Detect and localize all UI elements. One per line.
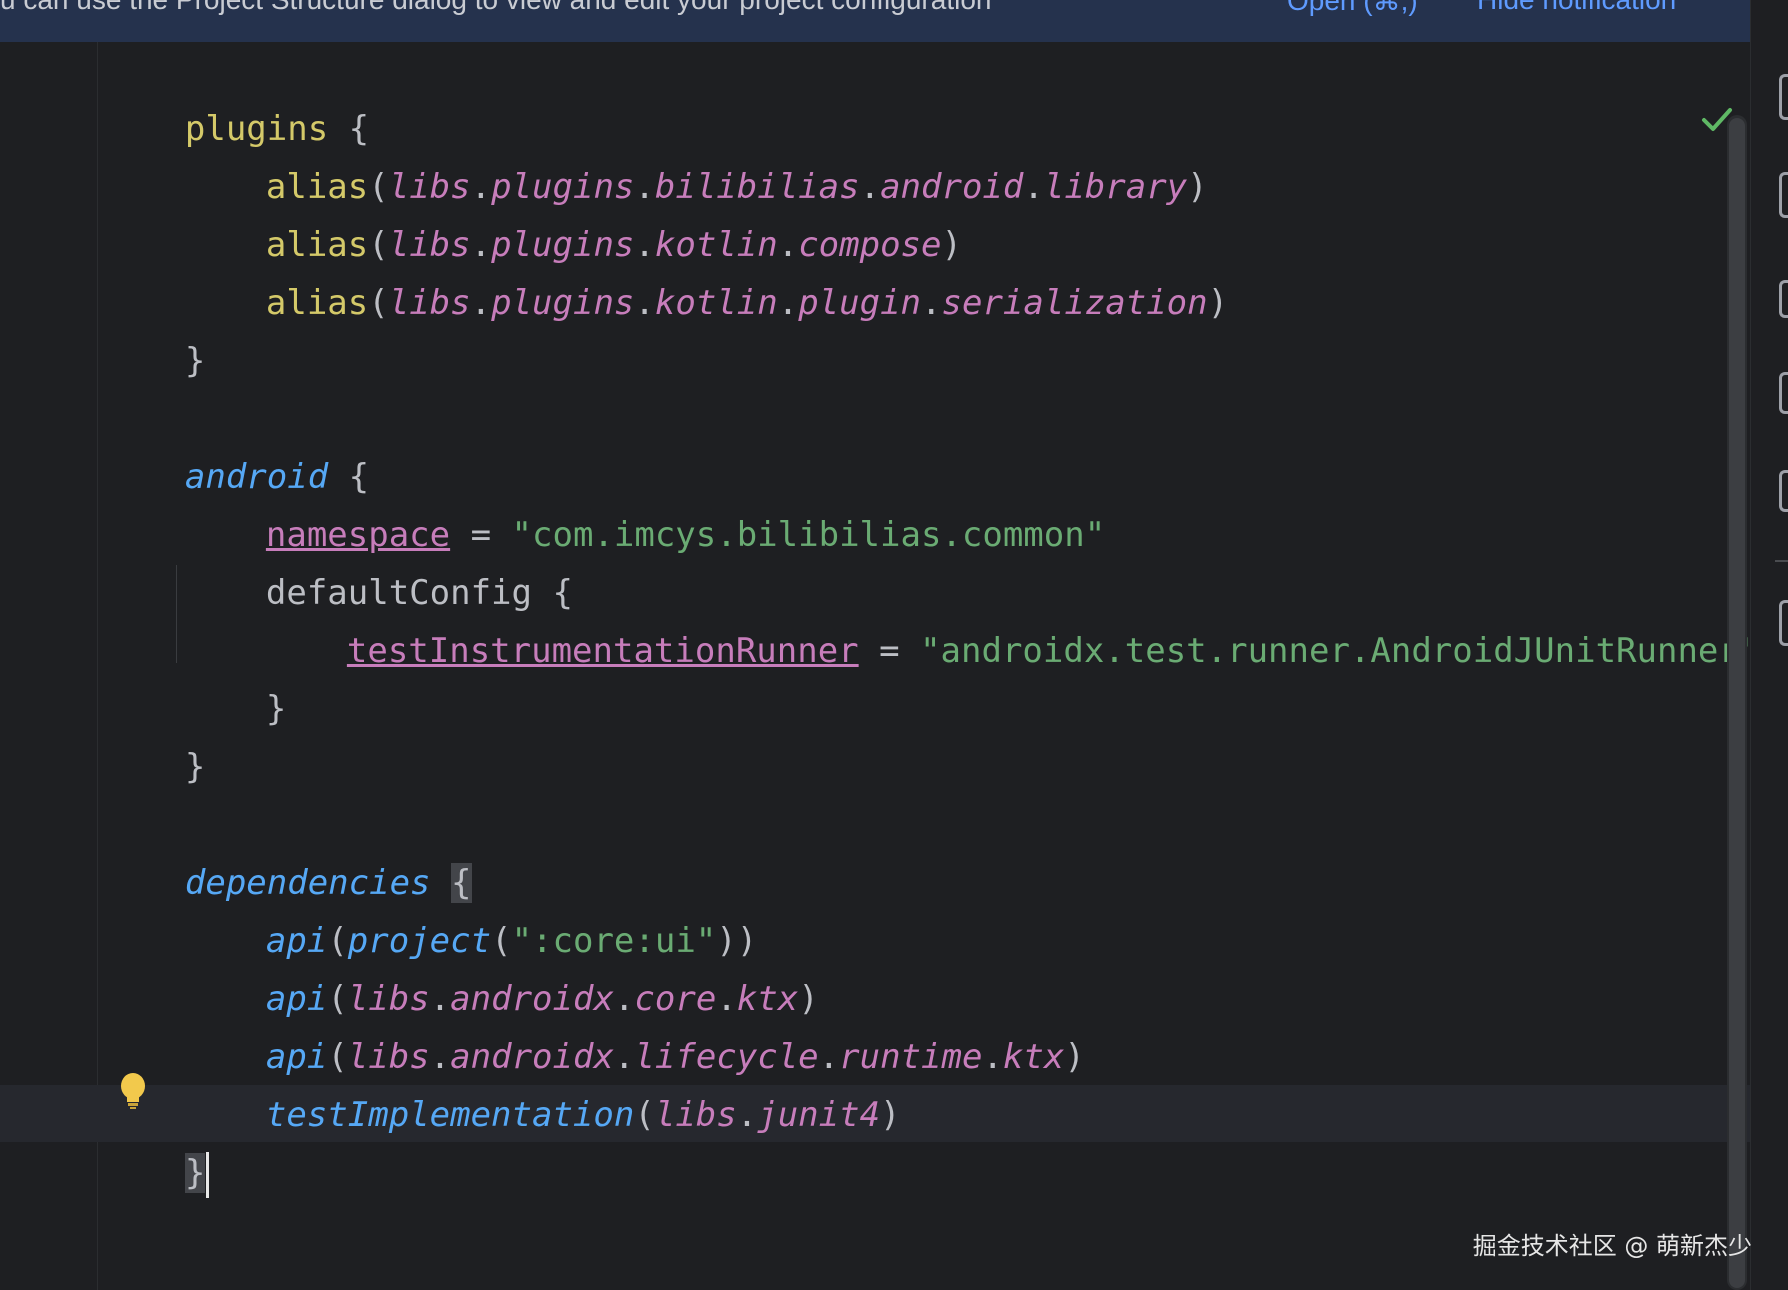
test-runner-property: testInstrumentationRunner xyxy=(346,631,859,671)
string-literal: "com.imcys.bilibilias.common" xyxy=(511,515,1106,555)
code-line[interactable]: } xyxy=(103,680,205,787)
code-editor[interactable]: plugins { alias(libs.plugins.bilibilias.… xyxy=(0,42,1759,1290)
indent-guide xyxy=(176,565,177,663)
dot: . xyxy=(921,283,942,323)
paren: ) xyxy=(1187,167,1208,207)
equals: = xyxy=(858,631,921,671)
dot: . xyxy=(1023,167,1044,207)
tool-window-icon[interactable] xyxy=(1779,280,1788,318)
dot: . xyxy=(982,1037,1003,1077)
tool-window-icon[interactable] xyxy=(1779,600,1788,646)
closing-brace: } xyxy=(184,341,206,381)
matched-brace: } xyxy=(184,1153,206,1193)
hide-notification-link[interactable]: Hide notification xyxy=(1477,0,1676,16)
watermark: 掘金技术社区 @ 萌新杰少 xyxy=(1472,1232,1752,1260)
dot: . xyxy=(634,283,655,323)
path-segment: libs xyxy=(388,283,471,323)
code-line[interactable]: alias(libs.plugins.bilibilias.android.li… xyxy=(184,100,1208,207)
dot: . xyxy=(777,283,799,323)
function-call: alias xyxy=(265,283,369,323)
code-line[interactable]: android { xyxy=(103,390,369,497)
code-line[interactable]: testImplementation(libs.junit4) xyxy=(184,1028,901,1135)
path-segment: libs xyxy=(654,1095,737,1135)
code-line[interactable]: api(project(":core:ui")) xyxy=(184,854,757,961)
path-segment: ktx xyxy=(1002,1037,1065,1077)
tool-window-icon[interactable] xyxy=(1779,172,1788,218)
closing-brace: } xyxy=(184,747,206,787)
path-segment: plugin xyxy=(798,283,922,323)
paren: ( xyxy=(634,1095,655,1135)
paren: ) xyxy=(880,1095,901,1135)
path-segment: kotlin xyxy=(654,283,778,323)
code-line[interactable]: dependencies { xyxy=(103,796,472,903)
code-line[interactable]: api(libs.androidx.core.ktx) xyxy=(184,912,819,1019)
code-line[interactable]: defaultConfig { xyxy=(184,506,573,613)
code-line[interactable]: namespace = "com.imcys.bilibilias.common… xyxy=(184,448,1105,555)
code-line[interactable]: api(libs.androidx.lifecycle.runtime.ktx) xyxy=(184,970,1085,1077)
code-line[interactable]: alias(libs.plugins.kotlin.compose) xyxy=(184,158,962,265)
code-line[interactable]: } xyxy=(184,622,286,729)
notification-message: u can use the Project Structure dialog t… xyxy=(0,0,991,16)
paren: ) xyxy=(1064,1037,1085,1077)
code-line[interactable]: testInstrumentationRunner = "androidx.te… xyxy=(265,564,1759,671)
open-project-structure-link[interactable]: Open (⌘;) xyxy=(1287,0,1418,17)
tool-window-icon[interactable] xyxy=(1779,74,1788,120)
path-segment: plugins xyxy=(491,283,635,323)
code-line[interactable]: } xyxy=(103,274,205,381)
paren: ) xyxy=(1207,283,1229,323)
dot: . xyxy=(470,283,492,323)
code-line[interactable]: alias(libs.plugins.kotlin.plugin.seriali… xyxy=(184,216,1228,323)
tool-window-icon[interactable] xyxy=(1779,372,1788,414)
closing-brace: } xyxy=(265,689,287,729)
paren: ( xyxy=(368,283,389,323)
tool-separator xyxy=(1775,560,1788,562)
path-segment: junit4 xyxy=(757,1095,881,1135)
scrollbar-thumb[interactable] xyxy=(1729,118,1745,1288)
path-segment: library xyxy=(1043,167,1188,207)
right-tool-strip xyxy=(1750,0,1788,1290)
notification-banner: u can use the Project Structure dialog t… xyxy=(0,0,1750,43)
code-line[interactable]: plugins { xyxy=(103,42,369,149)
lightbulb-icon[interactable] xyxy=(118,1072,148,1110)
function-call: testImplementation xyxy=(265,1095,635,1135)
path-segment: serialization xyxy=(941,283,1208,323)
string-literal: "androidx.test.runner.AndroidJUnitRunner… xyxy=(920,631,1760,671)
text-caret xyxy=(206,1151,210,1198)
dot: . xyxy=(736,1095,758,1135)
tool-window-icon[interactable] xyxy=(1779,470,1788,512)
